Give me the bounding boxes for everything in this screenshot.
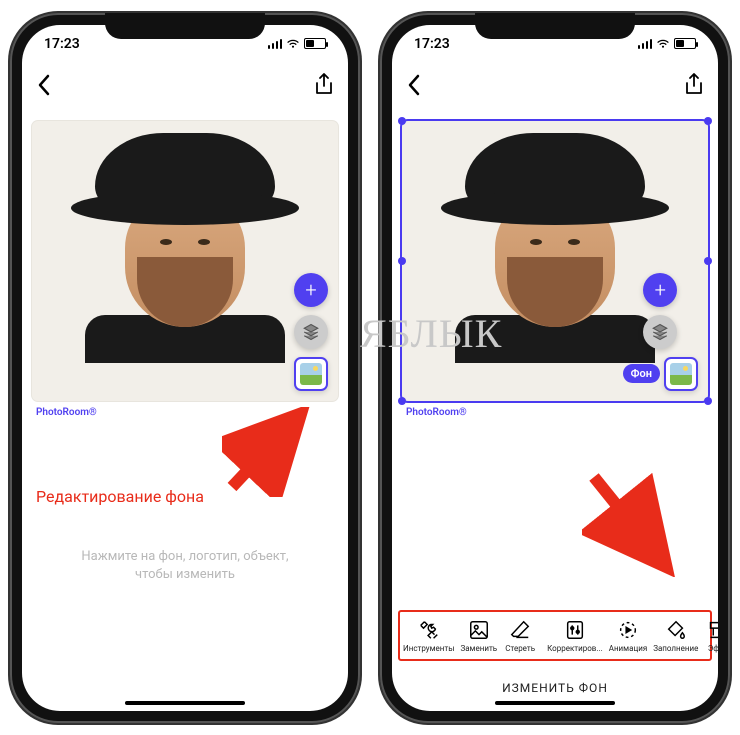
battery-icon bbox=[674, 38, 696, 49]
tool-erase[interactable]: Стереть bbox=[500, 616, 540, 655]
status-right bbox=[638, 38, 697, 49]
brand-label: PhotoRoom® bbox=[406, 407, 708, 418]
image-canvas-selected[interactable]: + Фон bbox=[402, 121, 708, 401]
background-button[interactable] bbox=[664, 357, 698, 391]
notch bbox=[475, 13, 635, 39]
background-pill-label[interactable]: Фон bbox=[623, 364, 660, 383]
add-button[interactable]: + bbox=[643, 273, 677, 307]
floating-controls: + Фон bbox=[623, 273, 698, 391]
status-time: 17:23 bbox=[44, 36, 80, 52]
tools-icon bbox=[417, 618, 441, 642]
tool-effects[interactable]: Эфф bbox=[701, 616, 718, 655]
wifi-icon bbox=[286, 39, 300, 49]
back-button[interactable] bbox=[36, 74, 52, 96]
phone-right: 17:23 bbox=[380, 13, 730, 723]
signal-icon bbox=[268, 39, 283, 49]
erase-icon bbox=[508, 618, 532, 642]
fill-icon bbox=[664, 618, 688, 642]
home-indicator bbox=[125, 701, 245, 705]
hint-text: Нажмите на фон, логотип, объект, чтобы и… bbox=[32, 548, 338, 584]
content-right: + Фон PhotoRoom® bbox=[392, 107, 718, 711]
annotation-text: Редактирование фона bbox=[36, 487, 204, 506]
tool-adjust[interactable]: Корректиров... bbox=[544, 616, 606, 655]
battery-icon bbox=[304, 38, 326, 49]
phone-left: 17:23 + bbox=[10, 13, 360, 723]
tool-fill[interactable]: Заполнение bbox=[650, 616, 701, 655]
tool-animation[interactable]: Анимация bbox=[606, 616, 650, 655]
screen-right: 17:23 bbox=[392, 25, 718, 711]
screen-left: 17:23 + bbox=[22, 25, 348, 711]
content-left: + PhotoRoom® Редактирование фона Нажмите… bbox=[22, 107, 348, 711]
status-right bbox=[268, 38, 327, 49]
image-canvas[interactable]: + bbox=[32, 121, 338, 401]
subject-portrait bbox=[85, 133, 285, 363]
tool-instruments[interactable]: Инструменты bbox=[400, 616, 457, 655]
nav-bar bbox=[22, 63, 348, 107]
edit-toolbar: Инструменты Заменить Стереть bbox=[398, 610, 712, 661]
signal-icon bbox=[638, 39, 653, 49]
notch bbox=[105, 13, 265, 39]
annotation-arrow-icon bbox=[582, 467, 682, 577]
tool-replace[interactable]: Заменить bbox=[457, 616, 500, 655]
background-button[interactable] bbox=[294, 357, 328, 391]
layers-button[interactable] bbox=[294, 315, 328, 349]
animation-icon bbox=[616, 618, 640, 642]
home-indicator bbox=[495, 701, 615, 705]
wifi-icon bbox=[656, 39, 670, 49]
back-button[interactable] bbox=[406, 74, 422, 96]
layers-button[interactable] bbox=[643, 315, 677, 349]
floating-controls: + bbox=[294, 273, 328, 391]
bottom-title: ИЗМЕНИТЬ ФОН bbox=[392, 681, 718, 695]
sliders-icon bbox=[563, 618, 587, 642]
effects-icon bbox=[704, 618, 718, 642]
status-time: 17:23 bbox=[414, 36, 450, 52]
annotation-arrow-icon bbox=[222, 407, 312, 497]
share-button[interactable] bbox=[684, 73, 704, 97]
nav-bar bbox=[392, 63, 718, 107]
replace-icon bbox=[467, 618, 491, 642]
share-button[interactable] bbox=[314, 73, 334, 97]
add-button[interactable]: + bbox=[294, 273, 328, 307]
